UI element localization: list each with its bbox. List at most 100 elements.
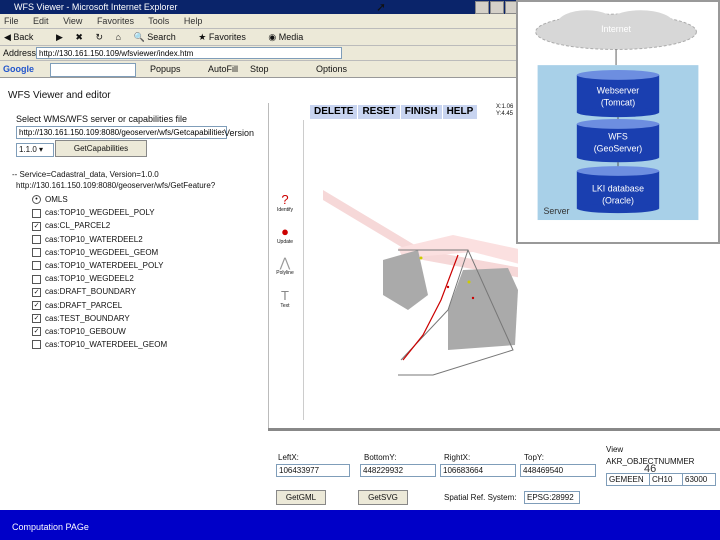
options-button[interactable]: Options: [316, 61, 347, 77]
popups-button[interactable]: Popups: [150, 61, 181, 77]
database-label: LKI database: [592, 184, 644, 194]
forward-icon[interactable]: ▶: [56, 32, 63, 42]
view-label: View: [606, 445, 624, 454]
delete-button[interactable]: DELETE: [310, 105, 358, 119]
layer-checkbox[interactable]: [32, 274, 41, 284]
right-x-input[interactable]: 106683664: [440, 464, 516, 477]
layer-radio[interactable]: •: [32, 195, 41, 205]
srs-input[interactable]: EPSG:28992: [524, 491, 580, 504]
layer-checkbox[interactable]: [32, 340, 41, 350]
google-search-input[interactable]: [50, 63, 136, 77]
layer-checkbox[interactable]: ✓: [32, 314, 41, 324]
left-x-input[interactable]: 106433977: [276, 464, 350, 477]
service-url: http://130.161.150.109:8080/geoserver/wf…: [16, 181, 216, 190]
layer-label: cas:TOP10_WATERDEEL2: [45, 234, 143, 244]
layer-checkbox[interactable]: [32, 248, 41, 258]
stop-button[interactable]: Stop: [250, 61, 269, 77]
identify-label: Identify: [276, 207, 294, 213]
layer-label: cas:CL_PARCEL2: [45, 221, 111, 231]
menu-favorites[interactable]: Favorites: [97, 16, 134, 26]
layer-checkbox[interactable]: ✓: [32, 221, 41, 231]
layer-item[interactable]: ✓ cas:DRAFT_BOUNDARY: [32, 285, 167, 298]
server-label: Server: [543, 206, 569, 216]
top-y-input[interactable]: 448469540: [520, 464, 596, 477]
menu-edit[interactable]: Edit: [33, 16, 49, 26]
get-svg-button[interactable]: GetSVG: [358, 490, 408, 505]
address-input[interactable]: [36, 47, 342, 59]
layer-checkbox[interactable]: [32, 261, 41, 271]
layer-item[interactable]: ✓ cas:TEST_BOUNDARY: [32, 312, 167, 325]
layer-item[interactable]: cas:TOP10_WATERDEEL_GEOM: [32, 338, 167, 351]
point-marker: [467, 280, 471, 284]
architecture-diagram: Internet Server Webserver (Tomcat) WFS (…: [516, 0, 720, 244]
layer-item[interactable]: • OMLS: [32, 193, 167, 206]
layer-item[interactable]: ✓ cas:DRAFT_PARCEL: [32, 299, 167, 312]
webserver-sub-label: (Tomcat): [601, 97, 635, 107]
coord-x: X:1.06: [496, 104, 514, 110]
menu-help[interactable]: Help: [184, 16, 203, 26]
google-toolbar: Google Popups AutoFill Stop Options: [0, 61, 520, 78]
layer-checkbox[interactable]: ✓: [32, 300, 41, 310]
version-label: Version: [224, 128, 255, 138]
update-tool[interactable]: ● Update: [270, 224, 300, 245]
favorites-button[interactable]: ★ Favorites: [198, 32, 256, 42]
get-capabilities-button[interactable]: GetCapabilities: [55, 140, 147, 157]
layer-label: cas:TOP10_WEGDEEL_POLY: [45, 208, 155, 218]
layer-item[interactable]: cas:TOP10_WEGDEEL2: [32, 272, 167, 285]
internet-label: Internet: [601, 24, 631, 34]
bottom-y-input[interactable]: 448229932: [360, 464, 436, 477]
right-x-label: RightX:: [444, 453, 471, 462]
home-icon[interactable]: ⌂: [116, 32, 121, 42]
map-toolbar: DELETE RESET FINISH HELP: [310, 105, 478, 119]
help-button[interactable]: HELP: [442, 105, 478, 119]
minimize-icon[interactable]: [475, 1, 489, 14]
google-logo: Google: [3, 64, 34, 74]
tool-panel: ? Identify ● Update ⋀ Polyline T Text: [268, 120, 304, 420]
layer-checkbox[interactable]: ✓: [32, 287, 41, 297]
identify-tool[interactable]: ? Identify: [270, 192, 300, 213]
layer-item[interactable]: cas:TOP10_WATERDEEL_POLY: [32, 259, 167, 272]
webserver-label: Webserver: [597, 86, 640, 96]
layer-item[interactable]: cas:TOP10_WATERDEEL2: [32, 233, 167, 246]
layer-label: cas:TOP10_WEGDEEL_GEOM: [45, 247, 159, 257]
layer-item[interactable]: cas:TOP10_WEGDEEL_POLY: [32, 206, 167, 219]
service-title: -- Service=Cadastral_data, Version=1.0.0: [12, 170, 159, 179]
layer-label: cas:TOP10_GEBOUW: [45, 326, 126, 336]
autofill-button[interactable]: AutoFill: [208, 61, 238, 77]
layer-checkbox[interactable]: [32, 234, 41, 244]
update-label: Update: [276, 239, 294, 245]
maximize-icon[interactable]: [490, 1, 504, 14]
layer-label: cas:TEST_BOUNDARY: [45, 313, 130, 323]
layer-checkbox[interactable]: [32, 208, 41, 218]
media-button[interactable]: ◉ Media: [268, 32, 313, 42]
polyline-label: Polyline: [276, 270, 294, 276]
reset-button[interactable]: RESET: [358, 105, 400, 119]
layer-item[interactable]: cas:TOP10_WEGDEEL_GEOM: [32, 246, 167, 259]
layer-checkbox[interactable]: ✓: [32, 327, 41, 337]
finish-button[interactable]: FINISH: [400, 105, 442, 119]
text-tool[interactable]: T Text: [270, 288, 300, 309]
map-canvas[interactable]: [303, 120, 518, 425]
text-label: Text: [280, 303, 290, 309]
wfs-label: WFS: [608, 132, 628, 142]
menu-file[interactable]: File: [4, 16, 19, 26]
menu-view[interactable]: View: [63, 16, 82, 26]
top-y-label: TopY:: [524, 453, 545, 462]
question-icon: ?: [281, 192, 289, 207]
search-button[interactable]: 🔍 Search: [133, 32, 185, 42]
polyline-tool[interactable]: ⋀ Polyline: [270, 255, 300, 276]
layer-label: OMLS: [45, 195, 68, 204]
refresh-icon[interactable]: ↻: [95, 32, 103, 42]
nummer-input[interactable]: 63000: [682, 473, 716, 486]
window-titlebar: WFS Viewer - Microsoft Internet Explorer: [0, 0, 520, 14]
menu-tools[interactable]: Tools: [148, 16, 169, 26]
get-gml-button[interactable]: GetGML: [276, 490, 326, 505]
back-button[interactable]: ◀ Back: [4, 32, 43, 42]
layer-label: cas:TOP10_WATERDEEL_POLY: [45, 260, 164, 270]
version-select[interactable]: 1.1.0 ▾: [16, 143, 54, 157]
stop-icon[interactable]: ✖: [75, 32, 83, 42]
layer-item[interactable]: ✓ cas:TOP10_GEBOUW: [32, 325, 167, 338]
dot-icon: ●: [281, 224, 289, 239]
layer-item[interactable]: ✓ cas:CL_PARCEL2: [32, 219, 167, 232]
capabilities-url-input[interactable]: [16, 126, 227, 139]
